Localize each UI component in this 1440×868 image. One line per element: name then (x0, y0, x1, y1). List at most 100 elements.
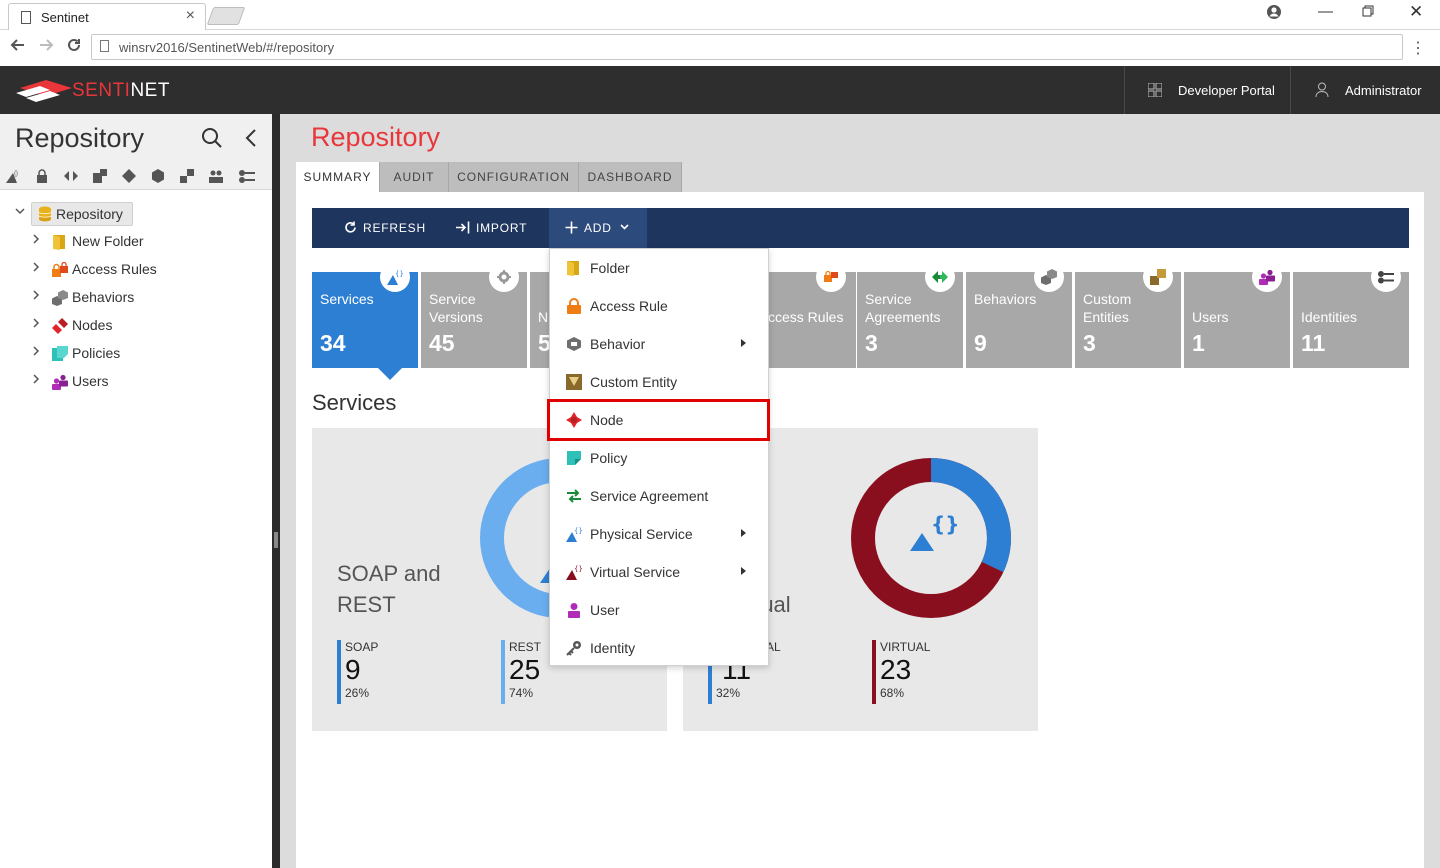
tile-custom-entities[interactable]: Custom Entities 3 (1075, 262, 1181, 368)
repository-sidebar: Repository {} Repository New Folder Acce… (0, 114, 272, 868)
tab-configuration[interactable]: CONFIGURATION (449, 162, 579, 192)
users-icon (52, 374, 68, 390)
logo-text: SENTINET (72, 80, 170, 101)
tile-label: Custom Entities (1083, 291, 1132, 325)
tile-identities[interactable]: Identities 11 (1293, 262, 1409, 368)
tile-count: 11 (1301, 330, 1326, 356)
back-icon[interactable] (10, 37, 26, 58)
menu-item-user[interactable]: User (550, 591, 768, 629)
identity-filter-icon[interactable] (238, 169, 256, 183)
search-icon[interactable] (201, 127, 223, 152)
behavior-filter-icon[interactable] (151, 169, 165, 183)
resize-grip[interactable] (274, 532, 278, 548)
service-filter-icon[interactable]: {} (6, 169, 20, 183)
menu-item-access-rule[interactable]: Access Rule (550, 287, 768, 325)
browser-tab-title: Sentinet (41, 10, 89, 25)
import-button[interactable]: IMPORT (446, 208, 528, 248)
stat-virtual: VIRTUAL 23 68% (872, 640, 931, 704)
active-tile-pointer (378, 368, 402, 380)
plus-icon (565, 221, 578, 234)
tree-item-access-rules[interactable]: Access Rules (30, 258, 230, 282)
new-tab-button[interactable] (206, 7, 246, 25)
service-icon: {} (387, 270, 403, 285)
browser-tab[interactable]: Sentinet × (8, 3, 206, 30)
developer-portal-button[interactable]: Developer Portal (1124, 66, 1290, 114)
user-filter-icon[interactable] (209, 169, 223, 183)
tile-service-agreements[interactable]: Service Agreements 3 (857, 262, 963, 368)
forward-icon[interactable] (38, 37, 54, 58)
browser-menu-icon[interactable]: ⋮ (1410, 38, 1426, 58)
close-window-icon[interactable]: ✕ (1409, 2, 1423, 22)
tab-audit[interactable]: AUDIT (380, 162, 449, 192)
tree-item-label: Policies (72, 345, 121, 361)
menu-item-virtual-service[interactable]: {} Virtual Service (550, 553, 768, 591)
agreement-filter-icon[interactable] (64, 169, 78, 183)
tile-behaviors[interactable]: Behaviors 9 (966, 262, 1072, 368)
add-button[interactable]: ADD (549, 208, 647, 248)
stat-rest: REST 25 74% (501, 640, 541, 704)
tile-nodes[interactable]: N 5 (530, 272, 551, 368)
node-filter-icon[interactable] (122, 169, 136, 183)
tile-access-rules[interactable]: ccess Rules (768, 262, 856, 368)
node-highlight-box (547, 399, 770, 441)
service-agreement-icon (932, 271, 948, 283)
minimize-icon[interactable]: — (1318, 3, 1333, 20)
tile-users[interactable]: Users 1 (1184, 262, 1290, 368)
menu-item-behavior[interactable]: Behavior (550, 325, 768, 363)
menu-item-folder[interactable]: Folder (550, 249, 768, 287)
entity-filter-icon[interactable] (93, 169, 107, 183)
folder-icon (53, 235, 65, 250)
menu-item-label: Virtual Service (590, 564, 681, 580)
tree-item-repository[interactable]: Repository (14, 202, 144, 226)
tile-service-versions[interactable]: Service Versions 45 (421, 262, 527, 368)
tile-label: Behaviors (974, 291, 1037, 307)
tree-item-nodes[interactable]: Nodes (30, 314, 230, 338)
reload-icon[interactable] (66, 37, 82, 58)
chevron-right-icon[interactable] (30, 373, 42, 388)
tile-label: Users (1192, 309, 1229, 325)
profile-icon[interactable] (1266, 4, 1282, 24)
tab-summary[interactable]: SUMMARY (296, 162, 380, 192)
chevron-right-icon[interactable] (30, 261, 42, 276)
chevron-right-icon[interactable] (30, 317, 42, 332)
user-menu-button[interactable]: Administrator (1290, 66, 1440, 114)
stat-percent: 74% (509, 686, 534, 700)
add-dropdown-menu: Folder Access Rule Behavior Custom Entit… (549, 248, 769, 666)
close-tab-icon[interactable]: × (186, 7, 195, 25)
chevron-right-icon[interactable] (30, 345, 42, 360)
restore-icon[interactable] (1362, 4, 1374, 21)
access-rule-filter-icon[interactable] (35, 169, 49, 183)
menu-item-physical-service[interactable]: {} Physical Service (550, 515, 768, 553)
tree-item-users[interactable]: Users (30, 370, 230, 394)
policy-icon (567, 451, 581, 465)
custom-entity-filter-icon[interactable] (180, 169, 194, 183)
chevron-right-icon[interactable] (30, 233, 42, 248)
menu-item-custom-entity[interactable]: Custom Entity (550, 363, 768, 401)
tree-item-policies[interactable]: Policies (30, 342, 230, 366)
address-bar[interactable]: winsrv2016/SentinetWeb/#/repository (91, 34, 1403, 60)
sidebar-resize-handle[interactable] (272, 114, 280, 868)
menu-item-identity[interactable]: Identity (550, 629, 768, 667)
tree-item-label: Users (72, 373, 109, 389)
chevron-down-icon[interactable] (14, 205, 26, 220)
tile-badge: {} (380, 262, 410, 292)
tree-item-new-folder[interactable]: New Folder (30, 230, 230, 254)
tile-services[interactable]: {} Services 34 (312, 262, 418, 368)
refresh-button[interactable]: REFRESH (334, 208, 430, 248)
physical-service-icon: {} (566, 527, 582, 542)
user-icon (1315, 82, 1329, 100)
tab-dashboard[interactable]: DASHBOARD (579, 162, 682, 192)
refresh-label: REFRESH (363, 221, 426, 235)
tree-root-selection[interactable]: Repository (31, 202, 133, 226)
chevron-right-icon[interactable] (30, 289, 42, 304)
user-icon (568, 603, 580, 618)
collapse-sidebar-icon[interactable] (245, 128, 257, 151)
stat-name: VIRTUAL (880, 640, 931, 654)
tile-count: 34 (320, 330, 346, 356)
menu-item-policy[interactable]: Policy (550, 439, 768, 477)
tree-item-behaviors[interactable]: Behaviors (30, 286, 230, 310)
stat-percent: 32% (716, 686, 741, 700)
lock-icon (567, 298, 581, 314)
menu-item-service-agreement[interactable]: Service Agreement (550, 477, 768, 515)
folder-icon (567, 261, 579, 276)
